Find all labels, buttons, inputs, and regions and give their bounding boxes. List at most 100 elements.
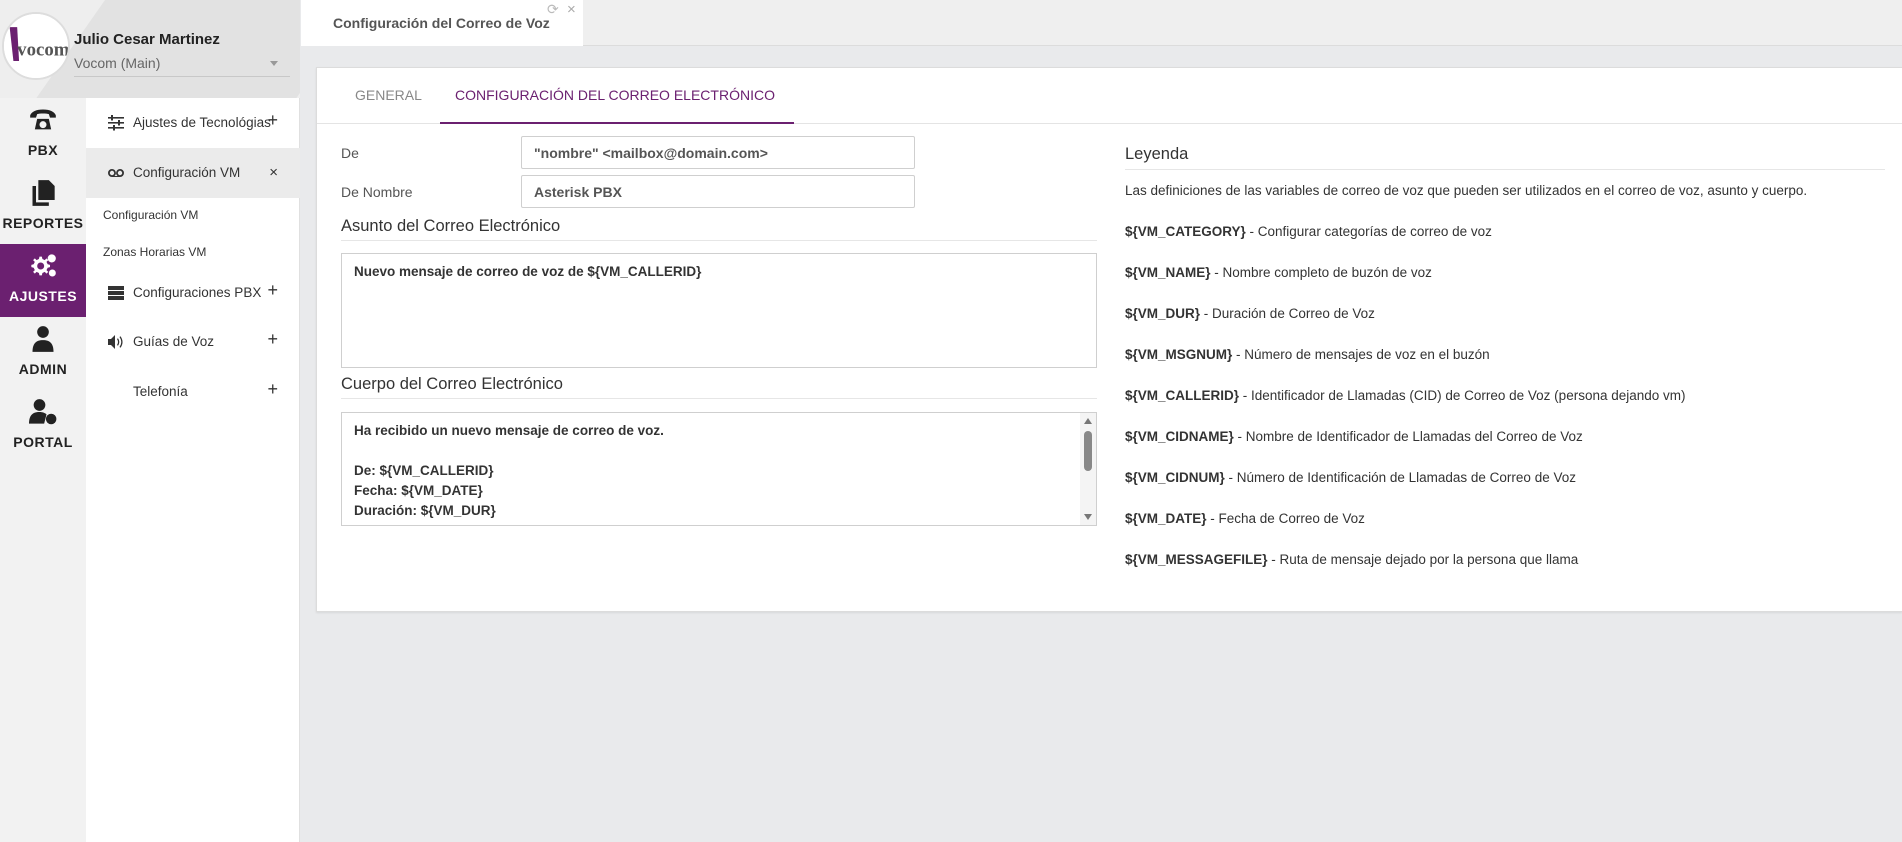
legend-row: ${VM_NAME} - Nombre completo de buzón de… — [1125, 265, 1432, 280]
menu-item-guias-de-voz[interactable]: Guías de Voz + — [86, 317, 300, 367]
rail-item-ajustes[interactable]: AJUSTES — [0, 244, 86, 317]
user-name: Julio Cesar Martinez — [74, 31, 220, 48]
legend-var: ${VM_MSGNUM} — [1125, 347, 1233, 362]
menu-item-configuraciones-pbx[interactable]: Configuraciones PBX + — [86, 268, 300, 318]
legend-description: Las definiciones de las variables de cor… — [1125, 183, 1808, 198]
admin-user-icon — [32, 326, 54, 352]
expand-plus-icon[interactable]: + — [267, 330, 278, 348]
tab-email-settings[interactable]: CONFIGURACIÓN DEL CORREO ELECTRÓNICO — [440, 68, 794, 124]
legend-var: ${VM_MESSAGEFILE} — [1125, 552, 1268, 567]
from-input[interactable]: "nombre" <mailbox@domain.com> — [521, 136, 915, 169]
subject-section-title: Asunto del Correo Electrónico — [341, 217, 1097, 241]
legend-desc: - Identificador de Llamadas (CID) de Cor… — [1239, 388, 1686, 403]
user-gear-icon — [29, 399, 57, 425]
company-select-value: Vocom (Main) — [74, 55, 161, 71]
rail-item-label: REPORTES — [2, 215, 84, 231]
legend-desc: - Nombre completo de buzón de voz — [1210, 265, 1432, 280]
rail-item-label: PORTAL — [13, 434, 73, 450]
legend-var: ${VM_CATEGORY} — [1125, 224, 1246, 239]
scroll-down-icon[interactable] — [1084, 514, 1092, 520]
sliders-icon — [108, 115, 124, 131]
rail-item-reportes[interactable]: REPORTES — [0, 171, 86, 244]
legend-desc: - Número de Identificación de Llamadas d… — [1224, 470, 1576, 485]
subject-textarea[interactable]: Nuevo mensaje de correo de voz de ${VM_C… — [341, 253, 1097, 368]
rail-item-admin[interactable]: ADMIN — [0, 317, 86, 390]
menu-item-label: Configuración VM — [133, 165, 241, 180]
legend-row: ${VM_MESSAGEFILE} - Ruta de mensaje deja… — [1125, 552, 1578, 567]
legend-desc: - Configurar categorías de correo de voz — [1245, 224, 1492, 239]
rail-item-label: ADMIN — [18, 361, 68, 377]
menu-item-label: Configuraciones PBX — [133, 285, 262, 300]
body-line: Ha recibido un nuevo mensaje de correo d… — [354, 423, 664, 438]
close-icon[interactable]: × — [567, 1, 576, 18]
speaker-icon — [108, 335, 123, 349]
phone-icon — [30, 109, 56, 130]
main-nav-rail: PBX REPORTES AJUSTES ADMIN PORTAL — [0, 98, 86, 842]
expand-plus-icon[interactable]: + — [267, 281, 278, 299]
user-header: vocom Julio Cesar Martinez Vocom (Main) — [0, 0, 300, 98]
from-name-label: De Nombre — [341, 184, 413, 200]
legend-row: ${VM_CIDNAME} - Nombre de Identificador … — [1125, 429, 1583, 444]
voicemail-icon — [108, 169, 124, 177]
legend-desc: - Duración de Correo de Voz — [1200, 306, 1375, 321]
chevron-down-icon — [270, 61, 278, 66]
company-logo[interactable]: vocom — [2, 12, 70, 80]
server-icon — [108, 286, 124, 300]
legend-var: ${VM_CIDNAME} — [1125, 429, 1234, 444]
scroll-up-icon[interactable] — [1084, 418, 1092, 424]
scroll-thumb[interactable] — [1084, 431, 1092, 471]
legend-var: ${VM_NAME} — [1125, 265, 1211, 280]
tab-label: GENERAL — [355, 87, 422, 103]
submenu-item-configuracion-vm[interactable]: Configuración VM — [103, 208, 198, 222]
legend-row: ${VM_DUR} - Duración de Correo de Voz — [1125, 306, 1375, 321]
legend-row: ${VM_DATE} - Fecha de Correo de Voz — [1125, 511, 1365, 526]
gears-icon — [31, 254, 56, 277]
from-name-input[interactable]: Asterisk PBX — [521, 175, 915, 208]
legend-row: ${VM_CIDNUM} - Número de Identificación … — [1125, 470, 1576, 485]
legend-row: ${VM_CALLERID} - Identificador de Llamad… — [1125, 388, 1686, 403]
from-label: De — [341, 145, 359, 161]
legend-var: ${VM_DATE} — [1125, 511, 1207, 526]
rail-item-label: PBX — [27, 142, 59, 158]
submenu-item-zonas-horarias-vm[interactable]: Zonas Horarias VM — [103, 245, 206, 259]
tab-general[interactable]: GENERAL — [355, 68, 435, 124]
menu-item-telefonia[interactable]: Telefonía + — [86, 367, 300, 417]
menu-item-configuracion-vm[interactable]: Configuración VM × — [86, 148, 300, 198]
menu-item-ajustes-tecnologias[interactable]: Ajustes de Tecnológias + — [86, 98, 300, 148]
legend-var: ${VM_CIDNUM} — [1125, 470, 1225, 485]
svg-text:vocom: vocom — [17, 39, 68, 60]
body-line: Duración: ${VM_DUR} — [354, 503, 496, 518]
body-textarea[interactable]: Ha recibido un nuevo mensaje de correo d… — [341, 412, 1097, 526]
legend-desc: - Ruta de mensaje dejado por la persona … — [1267, 552, 1579, 567]
legend-row: ${VM_CATEGORY} - Configurar categorías d… — [1125, 224, 1492, 239]
page-tab-configuracion-correo-voz[interactable]: Configuración del Correo de Voz ⟳ × — [301, 0, 583, 46]
body-scrollbar[interactable] — [1080, 413, 1096, 525]
legend-var: ${VM_DUR} — [1125, 306, 1201, 321]
rail-item-portal[interactable]: PORTAL — [0, 390, 86, 463]
expand-plus-icon[interactable]: + — [267, 380, 278, 398]
settings-card: GENERAL CONFIGURACIÓN DEL CORREO ELECTRÓ… — [316, 67, 1902, 612]
body-section-title: Cuerpo del Correo Electrónico — [341, 375, 1097, 399]
legend-row: ${VM_MSGNUM} - Número de mensajes de voz… — [1125, 347, 1490, 362]
app-window: vocom Julio Cesar Martinez Vocom (Main) … — [0, 0, 1902, 842]
vocom-logo-icon: vocom — [4, 14, 68, 78]
menu-item-label: Ajustes de Tecnológias — [133, 115, 271, 130]
body-line: De: ${VM_CALLERID} — [354, 463, 494, 478]
company-select[interactable]: Vocom (Main) — [74, 55, 290, 77]
rail-item-label: AJUSTES — [8, 288, 78, 304]
rail-item-pbx[interactable]: PBX — [0, 98, 86, 171]
legend-title: Leyenda — [1125, 145, 1885, 170]
collapse-close-icon[interactable]: × — [269, 164, 278, 182]
refresh-icon[interactable]: ⟳ — [547, 1, 559, 18]
card-tabs: GENERAL CONFIGURACIÓN DEL CORREO ELECTRÓ… — [317, 68, 1902, 124]
legend-desc: - Número de mensajes de voz en el buzón — [1232, 347, 1490, 362]
menu-item-label: Telefonía — [133, 384, 188, 399]
expand-plus-icon[interactable]: + — [267, 111, 278, 129]
legend-desc: - Nombre de Identificador de Llamadas de… — [1233, 429, 1583, 444]
body-line: Fecha: ${VM_DATE} — [354, 483, 483, 498]
settings-menu: Ajustes de Tecnológias + Configuración V… — [86, 98, 300, 842]
page-tab-label: Configuración del Correo de Voz — [333, 15, 550, 31]
legend-var: ${VM_CALLERID} — [1125, 388, 1240, 403]
tab-label: CONFIGURACIÓN DEL CORREO ELECTRÓNICO — [455, 87, 775, 103]
legend-desc: - Fecha de Correo de Voz — [1206, 511, 1365, 526]
